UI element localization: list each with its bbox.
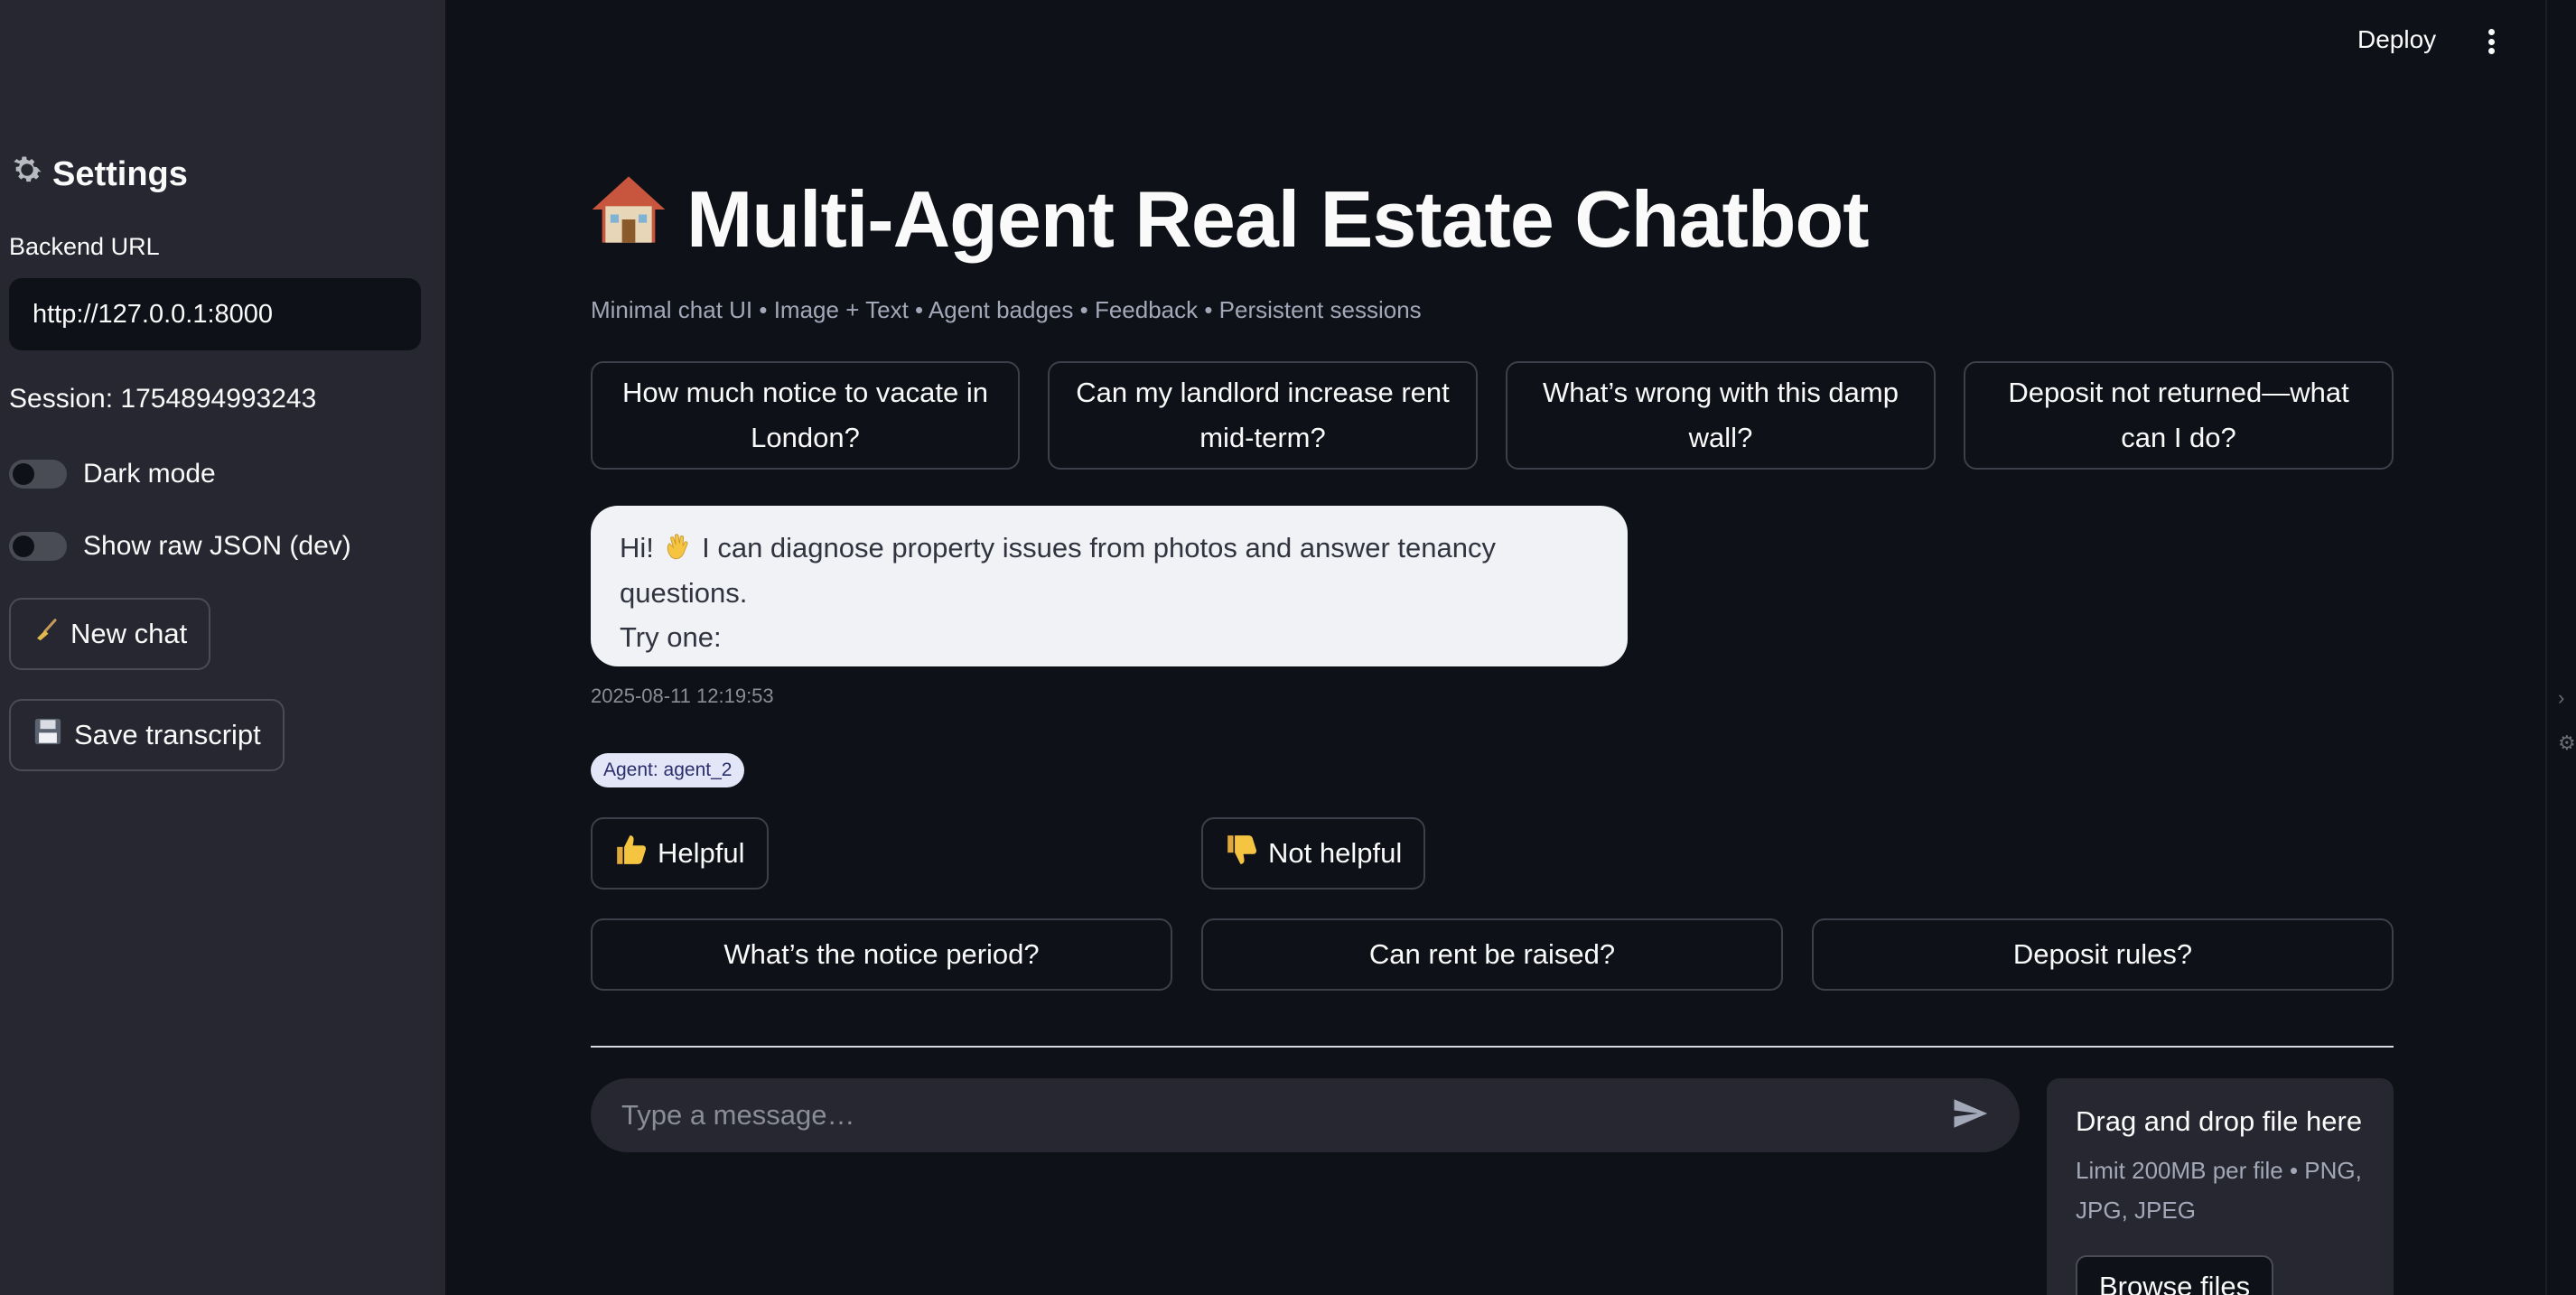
agent-badge: Agent: agent_2 [591,753,745,787]
helpful-button[interactable]: Helpful [591,817,769,890]
message-text-before: Hi! [620,532,662,564]
dark-mode-toggle[interactable] [9,460,67,489]
chevron-right-icon[interactable]: › [2558,686,2564,710]
settings-heading: Settings [9,152,188,197]
raw-json-toggle[interactable] [9,532,67,561]
house-icon [589,170,668,268]
suggestion-button-1[interactable]: How much notice to vacate in London? [591,361,1020,470]
page-subtitle: Minimal chat UI • Image + Text • Agent b… [591,296,1422,323]
suggestion-label: What’s wrong with this damp wall? [1543,377,1899,453]
settings-small-icon[interactable]: ⚙ [2558,731,2576,755]
suggestion-button-2[interactable]: Can my landlord increase rent mid-term? [1048,361,1478,470]
quick-reply-button-3[interactable]: Deposit rules? [1812,918,2394,991]
suggestion-label: Deposit not returned—what can I do? [2008,377,2349,453]
save-transcript-label: Save transcript [74,719,261,750]
not-helpful-button[interactable]: Not helpful [1201,817,1426,890]
waving-hand-icon [662,532,695,564]
message-text-after: I can diagnose property issues from phot… [620,532,1496,609]
settings-title: Settings [52,154,188,193]
save-transcript-button[interactable]: Save transcript [9,699,285,771]
session-id: Session: 1754894993243 [9,384,317,414]
backend-url-value: http://127.0.0.1:8000 [33,299,274,329]
send-icon[interactable] [1951,1095,1989,1137]
file-uploader[interactable]: Drag and drop file here Limit 200MB per … [2047,1078,2394,1295]
backend-url-input[interactable]: http://127.0.0.1:8000 [9,278,421,350]
thumbs-down-icon [1225,833,1259,874]
gear-icon [9,152,45,197]
uploader-limit: Limit 200MB per file • PNG, JPG, JPEG [2076,1157,2362,1225]
new-chat-label: New chat [70,618,188,649]
quick-reply-label: Deposit rules? [2012,938,2193,971]
page-title-text: Multi-Agent Real Estate Chatbot [686,173,1870,264]
quick-reply-label: Can rent be raised? [1368,938,1616,971]
not-helpful-label: Not helpful [1268,837,1403,869]
quick-reply-button-2[interactable]: Can rent be raised? [1201,918,1783,991]
uploader-title: Drag and drop file here [2076,1105,2363,1137]
backend-url-label: Backend URL [9,233,160,260]
suggestion-label: Can my landlord increase rent mid-term? [1076,377,1450,453]
new-chat-button[interactable]: New chat [9,598,211,670]
suggestion-button-4[interactable]: Deposit not returned—what can I do? [1964,361,2394,470]
quick-reply-button-1[interactable]: What’s the notice period? [591,918,1172,991]
message-timestamp: 2025-08-11 12:19:53 [591,685,774,707]
helpful-label: Helpful [658,837,745,869]
chat-input-placeholder: Type a message… [621,1099,855,1131]
quick-reply-label: What’s the notice period? [723,938,1040,971]
message-line-1: Hi! I can diagnose property issues from … [620,526,1599,615]
message-line-2: Try one: [620,621,722,654]
divider [591,1046,2394,1048]
suggestion-button-3[interactable]: What’s wrong with this damp wall? [1506,361,1936,470]
assistant-message: Hi! I can diagnose property issues from … [591,506,1628,666]
thumbs-up-icon [614,833,649,874]
chat-input[interactable]: Type a message… [591,1078,2020,1152]
deploy-button[interactable]: Deploy [2357,25,2436,54]
broom-icon [33,617,60,651]
dark-mode-toggle-row[interactable]: Dark mode [9,459,216,489]
dark-mode-label: Dark mode [83,459,216,489]
browse-files-button[interactable]: Browse files [2076,1255,2274,1295]
kebab-menu-icon[interactable] [2478,23,2504,60]
page-title: Multi-Agent Real Estate Chatbot [589,170,1870,268]
floppy-disk-icon [33,716,63,754]
raw-json-label: Show raw JSON (dev) [83,531,351,561]
sidebar: Settings Backend URL http://127.0.0.1:80… [0,0,445,1295]
scrollbar[interactable] [2545,0,2576,1295]
raw-json-toggle-row[interactable]: Show raw JSON (dev) [9,531,351,562]
suggestion-label: How much notice to vacate in London? [622,377,988,453]
